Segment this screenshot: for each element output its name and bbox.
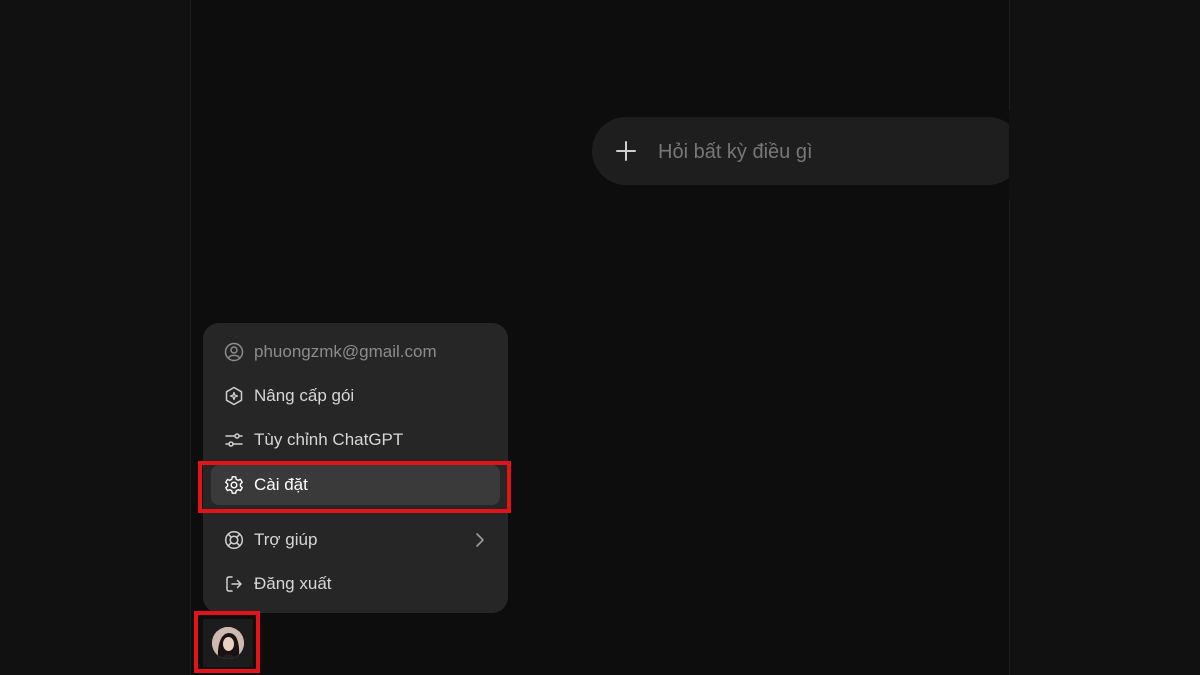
menu-item-upgrade[interactable]: Nâng cấp gói [211, 376, 500, 416]
menu-item-logout[interactable]: Đăng xuất [211, 564, 500, 604]
profile-photo [212, 627, 244, 659]
sliders-icon [225, 433, 243, 447]
menu-item-email[interactable]: phuongzmk@gmail.com [211, 332, 500, 372]
prompt-input[interactable] [656, 136, 1000, 168]
menu-item-label: Trợ giúp [254, 530, 318, 549]
lifebuoy-icon [224, 530, 244, 550]
right-gutter [1010, 0, 1200, 675]
composer-clip [1009, 110, 1025, 200]
menu-item-label: Tùy chỉnh ChatGPT [254, 430, 404, 449]
gear-icon [225, 476, 243, 494]
menu-item-label: Cài đặt [254, 475, 308, 494]
menu-item-label: Nâng cấp gói [254, 386, 355, 405]
left-gutter [0, 0, 190, 675]
menu-item-settings[interactable]: Cài đặt [211, 465, 500, 505]
user-circle-icon [224, 342, 244, 362]
menu-item-help[interactable]: Trợ giúp [211, 520, 500, 560]
chevron-right-icon [476, 533, 484, 547]
menu-item-label: phuongzmk@gmail.com [254, 342, 437, 361]
upgrade-sparkle-icon [225, 386, 243, 406]
profile-avatar-button[interactable] [203, 619, 253, 667]
plus-icon [616, 141, 636, 161]
menu-item-label: Đăng xuất [254, 574, 332, 593]
account-menu: phuongzmk@gmail.com Nâng cấp gói Tùy chỉ… [203, 323, 508, 613]
avatar [212, 627, 244, 659]
chat-composer [592, 117, 1022, 185]
logout-icon [226, 576, 242, 592]
menu-item-customize[interactable]: Tùy chỉnh ChatGPT [211, 420, 500, 460]
attach-button[interactable] [612, 137, 640, 165]
